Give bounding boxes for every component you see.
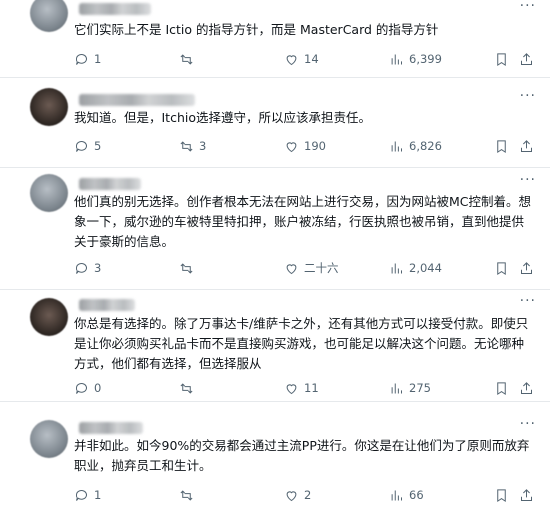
bookmark-icon[interactable]: [494, 52, 509, 67]
reply-count: 3: [94, 261, 102, 275]
author-name[interactable]: [79, 94, 195, 106]
share-icon[interactable]: [519, 261, 534, 276]
repost-icon: [180, 53, 193, 65]
views-icon: [391, 490, 402, 500]
repost-icon: [180, 262, 193, 274]
reply-count: 1: [94, 488, 102, 502]
share-icon[interactable]: [519, 139, 534, 154]
author-name[interactable]: [79, 3, 151, 15]
reply-item[interactable]: ··· 他们真的别无选择。创作者根本无法在网站上进行交易，因为网站被MC控制着。…: [0, 168, 550, 290]
reply-feed: ··· 它们实际上不是 Ictio 的指导方针，而是 MasterCard 的指…: [0, 0, 550, 509]
like-icon: [286, 263, 297, 274]
author-name[interactable]: [79, 178, 141, 190]
action-bar: 3 二十六 2,044: [74, 259, 534, 277]
like-button[interactable]: 14: [284, 52, 354, 67]
like-icon: [286, 141, 297, 152]
like-button[interactable]: 190: [284, 139, 354, 154]
repost-icon: [180, 382, 193, 394]
author-name[interactable]: [79, 299, 135, 311]
reply-icon: [75, 262, 87, 274]
like-button[interactable]: 2: [284, 488, 354, 503]
views-count: 6,826: [409, 139, 442, 153]
views-icon: [391, 383, 402, 393]
bookmark-icon[interactable]: [494, 261, 509, 276]
reply-text: 他们真的别无选择。创作者根本无法在网站上进行交易，因为网站被MC控制着。想象一下…: [74, 194, 532, 249]
action-bar: 1 2 66: [74, 486, 534, 504]
reply-item[interactable]: ··· 你总是有选择的。除了万事达卡/维萨卡之外，还有其他方式可以接受付款。即使…: [0, 290, 550, 402]
reply-button[interactable]: 1: [74, 52, 144, 67]
views-icon: [391, 54, 402, 64]
repost-button[interactable]: [179, 488, 249, 503]
views-button[interactable]: 275: [389, 381, 459, 396]
views-button[interactable]: 6,826: [389, 139, 459, 154]
more-icon[interactable]: ···: [520, 0, 536, 14]
like-icon: [286, 490, 297, 501]
views-button[interactable]: 66: [389, 488, 459, 503]
avatar[interactable]: [30, 174, 68, 212]
repost-button[interactable]: [179, 261, 249, 276]
reply-text: 我知道。但是，Itchio选择遵守，所以应该承担责任。: [74, 110, 372, 125]
action-bar: 5 3 190 6,826: [74, 137, 534, 155]
share-icon[interactable]: [519, 52, 534, 67]
reply-button[interactable]: 3: [74, 261, 144, 276]
repost-icon: [180, 140, 193, 152]
bookmark-icon[interactable]: [494, 488, 509, 503]
views-count: 6,399: [409, 52, 442, 66]
avatar[interactable]: [30, 0, 68, 32]
more-icon[interactable]: ···: [520, 172, 536, 188]
reply-text: 你总是有选择的。除了万事达卡/维萨卡之外，还有其他方式可以接受付款。即使只是让你…: [74, 316, 529, 371]
repost-count: 3: [199, 139, 207, 153]
author-name[interactable]: [79, 422, 143, 434]
views-icon: [391, 263, 402, 273]
reply-button[interactable]: 1: [74, 488, 144, 503]
reply-button[interactable]: 0: [74, 381, 144, 396]
bookmark-icon[interactable]: [494, 139, 509, 154]
share-icon[interactable]: [519, 381, 534, 396]
reply-item[interactable]: ··· 我知道。但是，Itchio选择遵守，所以应该承担责任。 5 3 190 …: [0, 78, 550, 168]
more-icon[interactable]: ···: [520, 88, 536, 104]
reply-count: 0: [94, 381, 102, 395]
avatar[interactable]: [30, 88, 68, 126]
reply-icon: [75, 382, 87, 394]
repost-icon: [180, 489, 193, 501]
repost-button[interactable]: 3: [179, 139, 249, 154]
reply-icon: [75, 53, 87, 65]
avatar[interactable]: [30, 420, 68, 458]
views-icon: [391, 141, 402, 151]
views-button[interactable]: 2,044: [389, 261, 459, 276]
reply-count: 5: [94, 139, 102, 153]
like-icon: [286, 383, 297, 394]
views-button[interactable]: 6,399: [389, 52, 459, 67]
like-count: 190: [304, 139, 326, 153]
reply-item[interactable]: ··· 并非如此。如今90%的交易都会通过主流PP进行。你这是在让他们为了原则而…: [0, 402, 550, 509]
like-count: 14: [304, 52, 319, 66]
share-icon[interactable]: [519, 488, 534, 503]
like-count: 2: [304, 488, 312, 502]
reply-icon: [75, 140, 87, 152]
more-icon[interactable]: ···: [520, 293, 536, 309]
like-button[interactable]: 11: [284, 381, 354, 396]
reply-count: 1: [94, 52, 102, 66]
reply-text: 并非如此。如今90%的交易都会通过主流PP进行。你这是在让他们为了原则而放弃职业…: [74, 438, 530, 473]
reply-text: 它们实际上不是 Ictio 的指导方针，而是 MasterCard 的指导方针: [74, 22, 439, 37]
action-bar: 1 14 6,399: [74, 50, 534, 68]
reply-item[interactable]: ··· 它们实际上不是 Ictio 的指导方针，而是 MasterCard 的指…: [0, 0, 550, 78]
like-count: 二十六: [304, 261, 339, 275]
like-count: 11: [304, 381, 319, 395]
more-icon[interactable]: ···: [520, 416, 536, 432]
reply-button[interactable]: 5: [74, 139, 144, 154]
repost-button[interactable]: [179, 381, 249, 396]
action-bar: 0 11 275: [74, 379, 534, 397]
like-button[interactable]: 二十六: [284, 260, 354, 276]
reply-icon: [75, 489, 87, 501]
views-count: 2,044: [409, 261, 442, 275]
bookmark-icon[interactable]: [494, 381, 509, 396]
repost-button[interactable]: [179, 52, 249, 67]
avatar[interactable]: [30, 298, 68, 336]
like-icon: [286, 54, 297, 65]
views-count: 275: [409, 381, 431, 395]
views-count: 66: [409, 488, 424, 502]
